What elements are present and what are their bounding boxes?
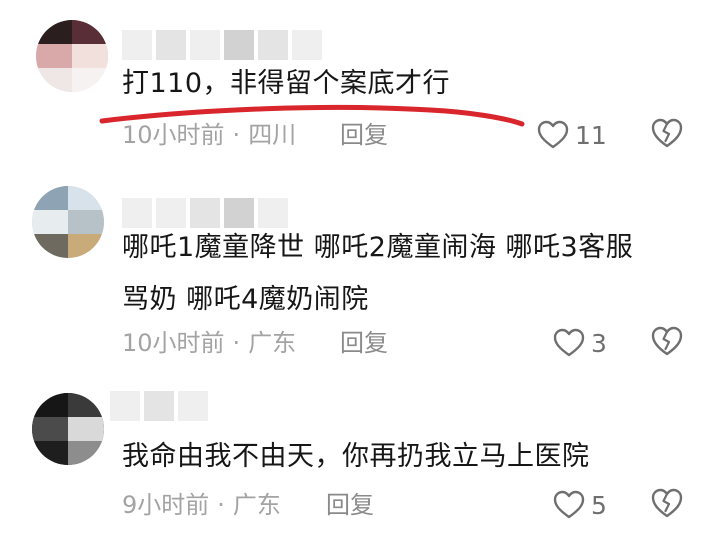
comment-meta: 9小时前 · 广东 — [122, 490, 281, 520]
dislike-button[interactable] — [650, 117, 686, 153]
like-count: 5 — [591, 490, 607, 520]
broken-heart-icon — [651, 118, 683, 148]
reply-button[interactable]: 回复 — [340, 120, 388, 150]
comment-text-line: 哪吒1魔童降世 哪吒2魔童闹海 哪吒3客服 — [122, 232, 634, 263]
comment-item: 哪吒1魔童降世 哪吒2魔童闹海 哪吒3客服 骂奶 哪吒4魔奶闹院 10小时前 · 广… — [0, 170, 720, 385]
username-blurred[interactable] — [110, 391, 208, 421]
heart-outline-icon — [553, 490, 585, 519]
like-button[interactable]: 11 — [537, 117, 607, 153]
meta-separator: · — [232, 329, 241, 357]
comment-time: 9小时前 — [122, 491, 210, 519]
dislike-button[interactable] — [650, 487, 686, 523]
username-blurred[interactable] — [122, 30, 322, 60]
heart-outline-icon — [537, 120, 569, 149]
broken-heart-icon — [651, 488, 683, 518]
comment-item: 打110，非得留个案底才行 10小时前 · 四川 回复 11 — [0, 0, 720, 170]
broken-heart-icon — [651, 326, 683, 356]
heart-outline-icon — [553, 328, 585, 357]
like-count: 11 — [575, 120, 607, 150]
dislike-button[interactable] — [650, 325, 686, 361]
like-button[interactable]: 5 — [553, 487, 607, 523]
comment-meta: 10小时前 · 广东 — [122, 328, 296, 358]
comment-text: 我命由我不由天，你再扔我立马上医院 — [122, 441, 590, 472]
comment-location: 广东 — [232, 491, 281, 519]
comment-text: 打110，非得留个案底才行 — [122, 68, 451, 99]
comment-location: 四川 — [248, 121, 297, 149]
comment-location: 广东 — [248, 329, 297, 357]
meta-separator: · — [217, 491, 225, 519]
reply-button[interactable]: 回复 — [326, 490, 374, 520]
comment-time: 10小时前 — [122, 121, 225, 149]
comment-item: 我命由我不由天，你再扔我立马上医院 9小时前 · 广东 回复 5 — [0, 385, 720, 544]
avatar[interactable] — [32, 186, 104, 258]
like-button[interactable]: 3 — [553, 325, 607, 361]
comment-meta: 10小时前 · 四川 — [122, 120, 296, 150]
meta-separator: · — [232, 121, 241, 149]
avatar[interactable] — [36, 20, 108, 92]
comment-time: 10小时前 — [122, 329, 225, 357]
comment-text: 哪吒1魔童降世 哪吒2魔童闹海 哪吒3客服 骂奶 哪吒4魔奶闹院 — [122, 222, 633, 326]
comment-text-line: 骂奶 哪吒4魔奶闹院 — [122, 284, 369, 315]
avatar[interactable] — [32, 393, 104, 465]
like-count: 3 — [591, 328, 607, 358]
reply-button[interactable]: 回复 — [340, 328, 388, 358]
